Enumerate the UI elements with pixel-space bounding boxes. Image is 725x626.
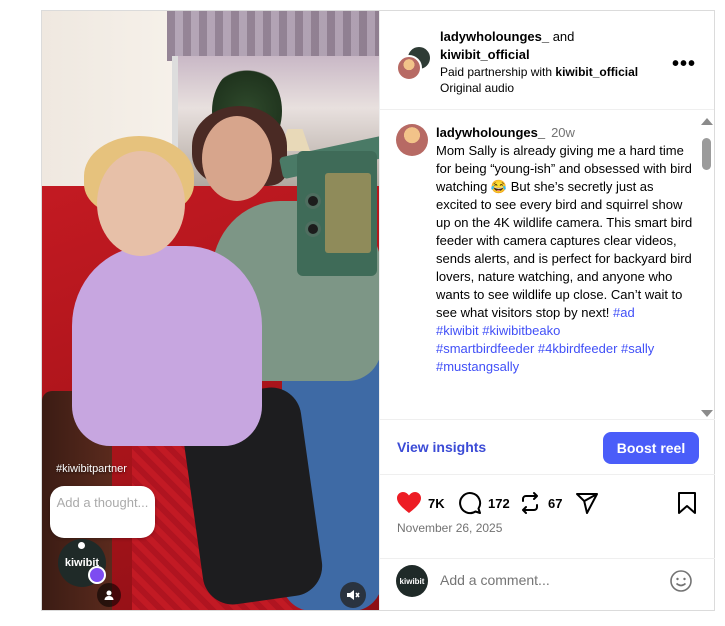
scroll-up-arrow[interactable] <box>701 118 713 125</box>
mute-icon[interactable] <box>340 582 366 608</box>
comment-icon <box>459 492 482 515</box>
share-action[interactable] <box>575 491 599 515</box>
send-icon <box>576 493 598 514</box>
emoji-icon[interactable] <box>669 569 693 593</box>
like-count: 7K <box>428 495 445 511</box>
caption-avatar[interactable] <box>396 124 428 156</box>
header-username-2[interactable]: kiwibit_official <box>440 47 530 62</box>
bookmark-icon <box>678 492 696 514</box>
more-options-icon[interactable]: ••• <box>672 53 696 76</box>
view-insights-link[interactable]: View insights <box>397 439 486 455</box>
bird-feeder <box>297 151 377 276</box>
caption-body: Mom Sally is already giving me a hard ti… <box>436 143 693 320</box>
tagged-people-icon[interactable] <box>97 583 121 607</box>
scroll-down-arrow[interactable] <box>701 410 713 417</box>
user-avatar-small <box>396 55 422 81</box>
hashtag[interactable]: #kiwibitbeako <box>482 323 560 338</box>
hashtag[interactable]: #smartbirdfeeder <box>436 341 534 356</box>
caption-scrollbar[interactable] <box>698 111 714 417</box>
save-action[interactable] <box>676 491 698 515</box>
avatar-stack[interactable] <box>396 45 434 83</box>
partner-tag: #kiwibitpartner <box>56 463 127 475</box>
comment-row: kiwibit <box>380 558 715 610</box>
collab-icon <box>88 566 106 584</box>
comment-count: 172 <box>488 495 510 511</box>
repost-icon <box>522 492 538 514</box>
add-thought-bubble[interactable]: Add a thought... <box>50 486 155 538</box>
hashtag[interactable]: #ad <box>613 305 635 320</box>
paid-partnership-brand[interactable]: kiwibit_official <box>555 65 638 79</box>
paid-partnership-prefix: Paid partnership with <box>440 65 556 79</box>
caption-username[interactable]: ladywholounges_ <box>436 125 545 140</box>
hashtag[interactable]: #kiwibit <box>436 323 479 338</box>
header-username-1[interactable]: ladywholounges_ <box>440 29 549 44</box>
repost-action[interactable]: 67 <box>518 491 562 515</box>
action-bar: 7K 172 67 <box>380 485 715 521</box>
comment-action[interactable]: 172 <box>458 491 510 515</box>
like-action[interactable]: 7K <box>396 491 445 515</box>
post-header: ladywholounges_ and kiwibit_official Pai… <box>380 11 714 110</box>
hashtag[interactable]: #mustangsally <box>436 359 519 374</box>
hashtag[interactable]: #4kbirdfeeder <box>538 341 618 356</box>
post-date: November 26, 2025 <box>397 521 503 535</box>
header-and: and <box>549 29 575 44</box>
scroll-thumb[interactable] <box>702 138 711 170</box>
reel-video[interactable]: #kiwibitpartner Add a thought... kiwibit <box>42 11 379 610</box>
caption-area: ladywholounges_ 20w Mom Sally is already … <box>380 111 715 417</box>
hashtag[interactable]: #sally <box>621 341 654 356</box>
post-sidebar: ladywholounges_ and kiwibit_official Pai… <box>379 11 715 610</box>
original-audio[interactable]: Original audio <box>440 80 660 96</box>
insights-row: View insights Boost reel <box>380 419 715 475</box>
comment-input[interactable] <box>440 572 640 588</box>
caption-time: 20w <box>551 125 575 140</box>
boost-reel-button[interactable]: Boost reel <box>603 432 699 464</box>
repost-count: 67 <box>548 495 563 511</box>
commenter-avatar: kiwibit <box>396 565 428 597</box>
caption-text-block: ladywholounges_ 20w Mom Sally is already … <box>436 124 694 376</box>
post-dialog: #kiwibitpartner Add a thought... kiwibit… <box>41 10 715 611</box>
heart-icon <box>397 492 421 513</box>
